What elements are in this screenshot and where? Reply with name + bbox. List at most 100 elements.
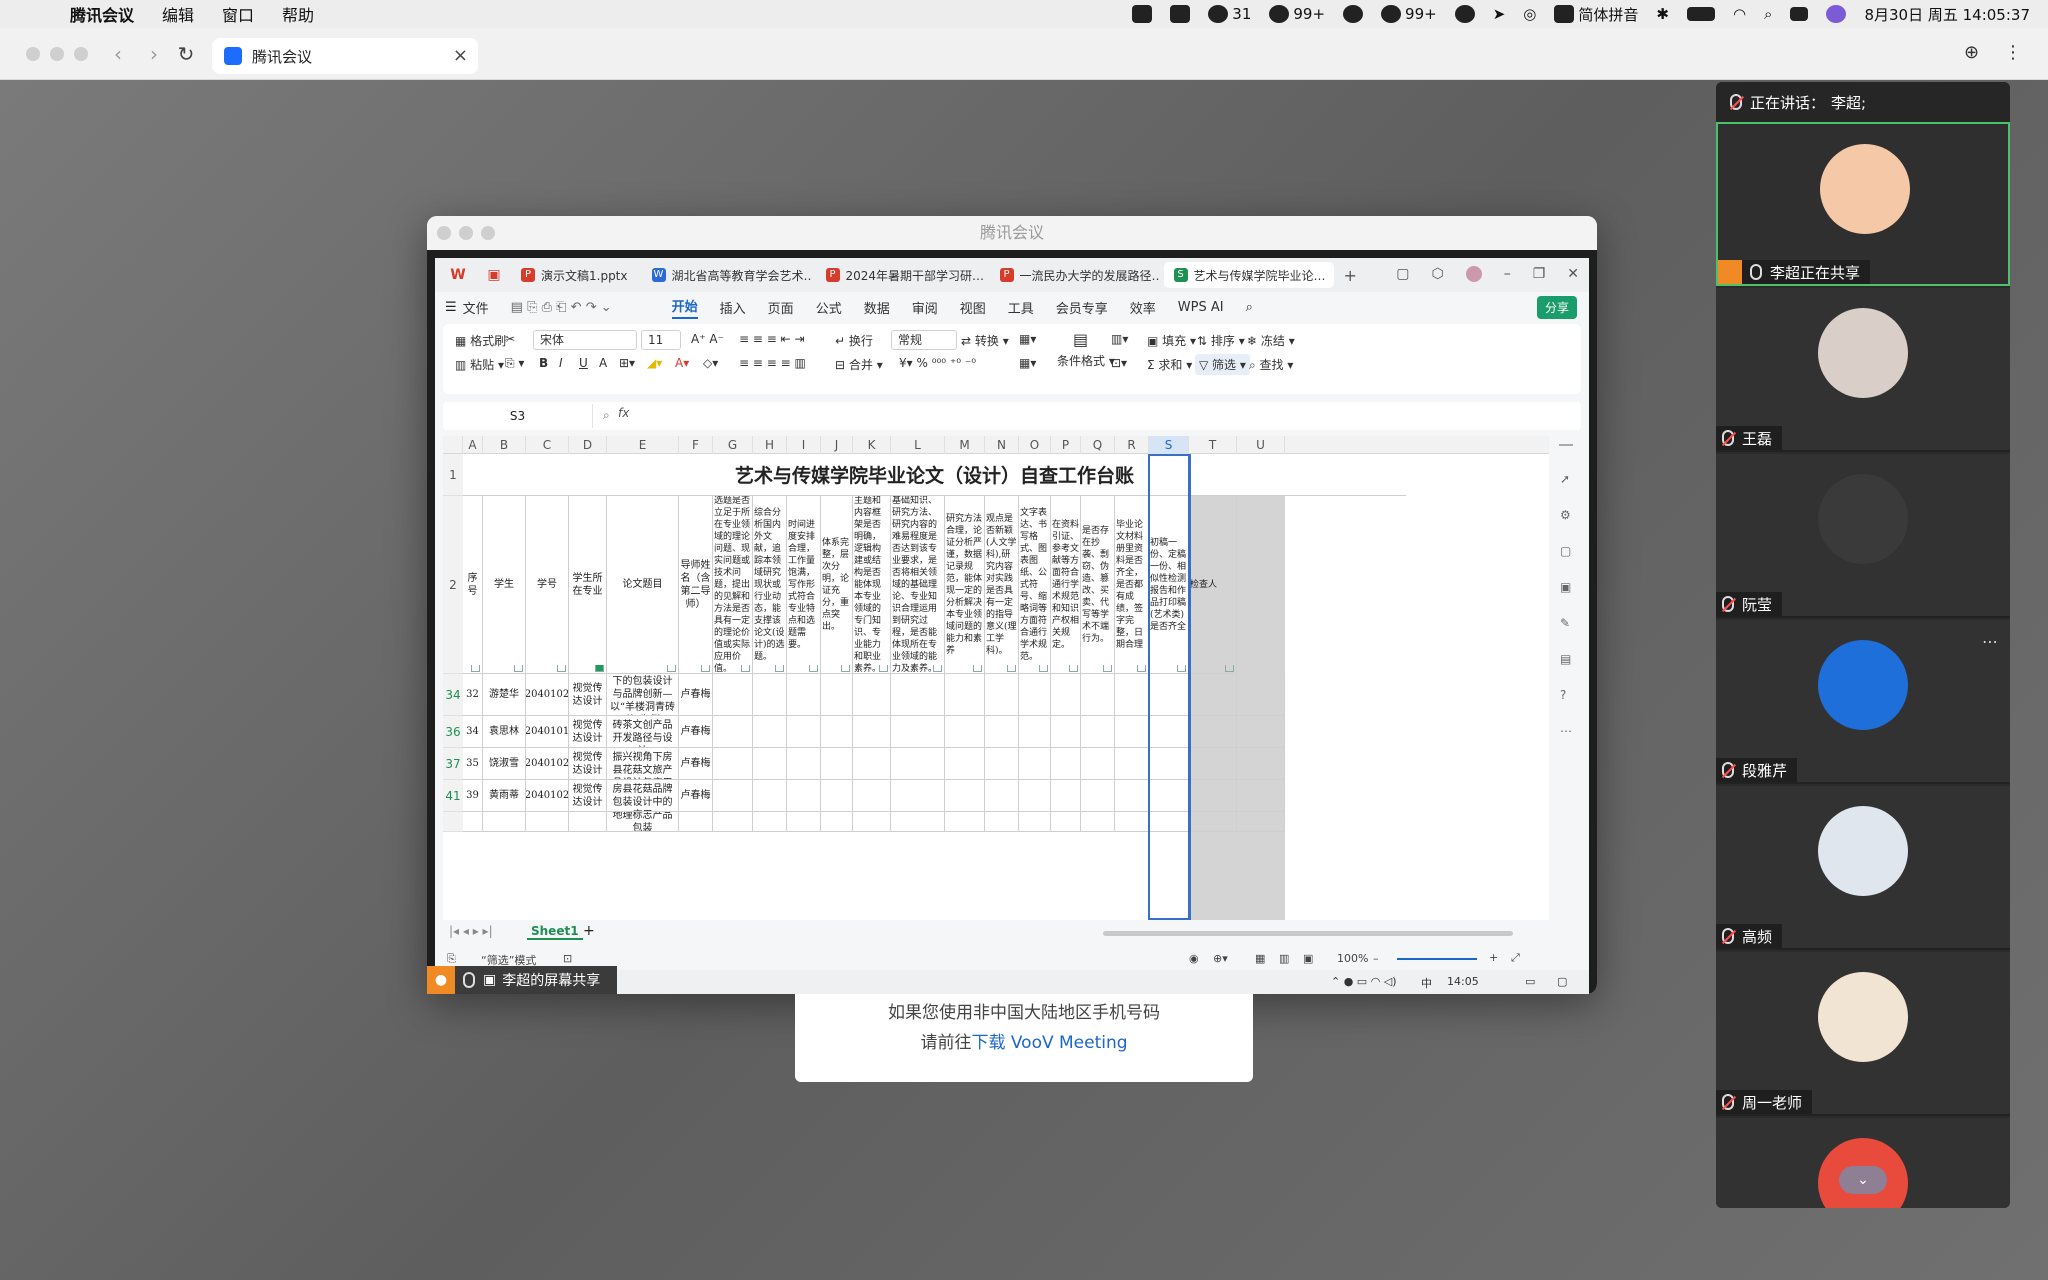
participant-tile[interactable]: 王磊 — [1716, 288, 2010, 452]
cell-empty[interactable] — [853, 674, 891, 716]
cell-empty[interactable] — [821, 780, 853, 812]
merge-button[interactable]: ⊟ 合并 ▾ — [835, 356, 883, 373]
cell-empty[interactable] — [713, 780, 753, 812]
cell-empty[interactable] — [1081, 716, 1115, 748]
menu-file[interactable]: 文件 — [463, 298, 489, 317]
cell-empty[interactable] — [1019, 812, 1051, 832]
row-header[interactable]: 41 — [443, 780, 463, 812]
cell-empty[interactable] — [787, 812, 821, 832]
wps-minimize-icon[interactable]: – — [1504, 266, 1511, 282]
header-cell[interactable]: 学生所在专业 — [569, 496, 607, 674]
filter-dropdown-icon[interactable] — [933, 665, 942, 672]
wrap-button[interactable]: ↵ 换行 — [835, 332, 873, 349]
cell-empty[interactable] — [1019, 716, 1051, 748]
share-button[interactable]: 分享 — [1536, 296, 1577, 319]
cell-empty[interactable] — [1237, 812, 1285, 832]
globe-icon[interactable]: ⊕ — [1964, 42, 1979, 63]
shared-close-button[interactable] — [437, 226, 451, 240]
format-painter-button[interactable]: ▦ 格式刷 — [455, 332, 506, 349]
cell-major[interactable] — [569, 812, 607, 832]
cell-topic[interactable]: 设计赋能乡村振兴视角下房县花菇文旅产品设计与应用 — [607, 748, 679, 780]
wps-logo-icon[interactable]: W — [443, 264, 473, 286]
tray-airdrop-icon[interactable]: ◎ — [1523, 5, 1536, 23]
cell-empty[interactable] — [1189, 674, 1237, 716]
cell-no[interactable]: 32 — [463, 674, 483, 716]
column-header[interactable]: A — [463, 436, 483, 454]
cell-empty[interactable] — [821, 716, 853, 748]
cell-empty[interactable] — [1115, 716, 1149, 748]
cell-major[interactable]: 视觉传达设计 — [569, 674, 607, 716]
cell-advisor[interactable]: 卢春梅 — [679, 780, 713, 812]
status-target-icon[interactable]: ⊕▾ — [1213, 952, 1228, 965]
column-header[interactable]: P — [1051, 436, 1081, 454]
tray-ime-icon[interactable]: 简体拼音 — [1554, 4, 1638, 25]
cell-empty[interactable] — [985, 812, 1019, 832]
strip-style-icon[interactable]: ⚙ — [1560, 508, 1571, 522]
cell-empty[interactable] — [891, 716, 945, 748]
cell-empty[interactable] — [787, 748, 821, 780]
copy-icon[interactable]: ⎘ ▾ — [505, 356, 524, 371]
hamburger-icon[interactable]: ☰ — [445, 300, 457, 315]
cell-empty[interactable] — [1051, 674, 1081, 716]
cell-empty[interactable] — [713, 674, 753, 716]
cell-topic[interactable]: “国潮文化”在房县花菇品牌包装设计中的应用 — [607, 780, 679, 812]
reload-icon[interactable]: ↻ — [174, 42, 198, 66]
scroll-down-chevron-icon[interactable]: ⌄ — [1839, 1166, 1887, 1194]
browser-tab[interactable]: 腾讯会议 × — [212, 38, 478, 74]
menu-member[interactable]: 会员专享 — [1056, 298, 1108, 317]
cell-empty[interactable] — [1189, 748, 1237, 780]
currency-icon[interactable]: ¥▾ % ⁰⁰⁰ ⁺⁰ ⁻⁰ — [899, 356, 976, 370]
freeze-button[interactable]: ❄ 冻结 ▾ — [1247, 332, 1295, 349]
header-cell[interactable]: 时间进度安排合理，工作量饱满，写作形式符合专业特点和选题需要。 — [787, 496, 821, 674]
doc-tab[interactable]: P 2024年暑期干部学习研… — [816, 262, 986, 288]
taskbar-ime[interactable]: 中 — [1421, 975, 1432, 991]
bold-icon[interactable]: B — [539, 356, 548, 370]
strip-comment-icon[interactable]: ▢ — [1560, 544, 1571, 558]
cell-empty[interactable] — [821, 674, 853, 716]
status-mode-icon[interactable]: ⊡ — [563, 952, 572, 965]
fill-color-icon[interactable]: ◢▾ — [647, 356, 662, 370]
close-window-button[interactable] — [26, 47, 40, 61]
filter-dropdown-icon[interactable] — [557, 665, 566, 672]
cell-advisor[interactable]: 卢春梅 — [679, 674, 713, 716]
column-header[interactable]: I — [787, 436, 821, 454]
shared-minimize-button[interactable] — [459, 226, 473, 240]
filter-dropdown-icon[interactable] — [667, 665, 676, 672]
cell-name[interactable]: 游楚华 — [483, 674, 526, 716]
filter-dropdown-icon[interactable] — [775, 665, 784, 672]
sheet-tab[interactable]: Sheet1 — [527, 924, 583, 940]
cell-empty[interactable] — [1081, 748, 1115, 780]
column-header[interactable]: B — [483, 436, 526, 454]
cell-empty[interactable] — [753, 716, 787, 748]
zoom-value[interactable]: 100% — [1337, 952, 1368, 965]
strike-icon[interactable]: A — [599, 356, 607, 370]
menu-data[interactable]: 数据 — [864, 298, 890, 317]
column-header[interactable]: M — [945, 436, 985, 454]
more-icon[interactable]: ⋮ — [2004, 42, 2022, 63]
cell-empty[interactable] — [853, 748, 891, 780]
menu-formula[interactable]: 公式 — [816, 298, 842, 317]
participant-tile[interactable]: 阮莹 — [1716, 454, 2010, 618]
search-icon[interactable]: ⌕ — [1764, 5, 1772, 23]
column-header[interactable]: C — [526, 436, 569, 454]
menu-page[interactable]: 页面 — [768, 298, 794, 317]
menu-review[interactable]: 审阅 — [912, 298, 938, 317]
cell-id[interactable]: 20204010222 — [526, 780, 569, 812]
cell-empty[interactable] — [1051, 812, 1081, 832]
sheet-icon[interactable]: ⊡▾ — [1111, 356, 1127, 370]
cell-empty[interactable] — [1051, 716, 1081, 748]
quick-access-icons[interactable]: ▤ ⎘ ⎙ ⎗ ↶ ↷ ⌄ — [511, 300, 612, 315]
zoom-slider[interactable] — [1397, 958, 1477, 960]
filter-dropdown-icon[interactable] — [595, 665, 604, 672]
filter-dropdown-icon[interactable] — [514, 665, 523, 672]
paste-button[interactable]: ▥ 粘贴 ▾ — [455, 356, 504, 373]
row-header[interactable]: 1 — [443, 454, 463, 496]
doc-tab[interactable]: P 演示文稿1.pptx — [511, 262, 638, 288]
header-cell[interactable]: 学号 — [526, 496, 569, 674]
add-sheet-icon[interactable]: + — [583, 923, 595, 939]
cell-empty[interactable] — [713, 716, 753, 748]
cell-id[interactable]: 20204010120 — [526, 716, 569, 748]
cell-empty[interactable] — [821, 812, 853, 832]
row-header[interactable] — [443, 812, 463, 832]
row-header[interactable]: 37 — [443, 748, 463, 780]
